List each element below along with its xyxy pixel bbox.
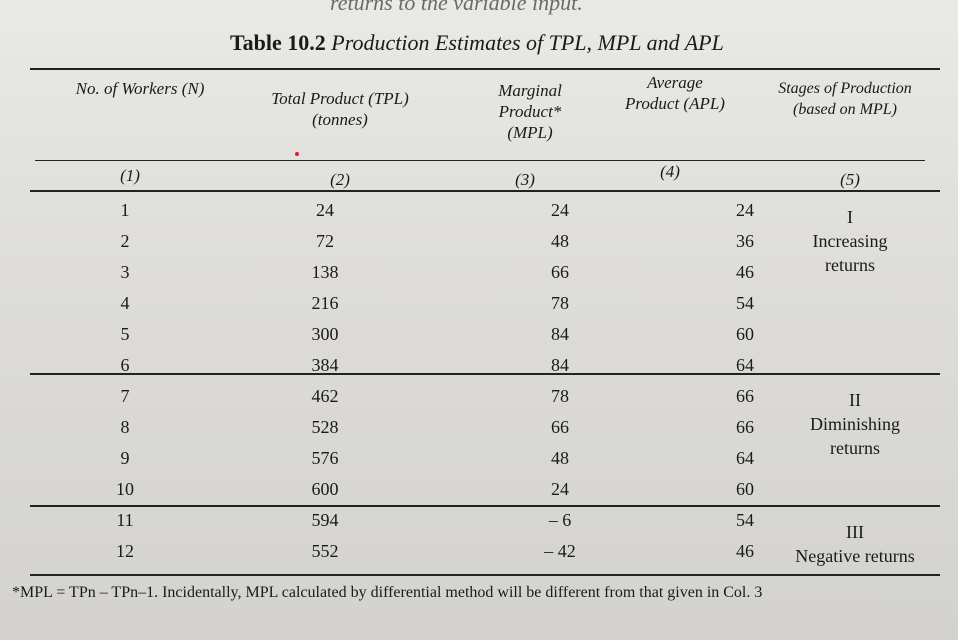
- table-row: 6 384 84 64: [60, 350, 880, 381]
- total-product-cell: 24: [316, 200, 334, 220]
- table-number: Table 10.2: [230, 30, 326, 55]
- col-number-3: (3): [515, 170, 535, 189]
- col-number-4: (4): [660, 162, 680, 181]
- stage-spacer-cell: [830, 319, 880, 350]
- table-caption: Production Estimates of TPL, MPL and APL: [331, 30, 724, 55]
- stage-spacer-cell: [830, 474, 880, 505]
- stage-3: III Negative returns: [780, 520, 930, 568]
- header-average-product: Average Product (APL): [625, 73, 725, 113]
- marginal-product-cell: 48: [551, 231, 569, 251]
- col-number-5: (5): [840, 170, 860, 189]
- stage-3-label: Negative returns: [795, 546, 915, 566]
- stage-1: I Increasing returns: [790, 205, 910, 277]
- table-row: 2 72 48 36: [60, 226, 880, 257]
- total-product-cell: 384: [311, 355, 339, 375]
- book-page: returns to the variable input. Table 10.…: [0, 0, 958, 640]
- total-product-cell: 138: [311, 262, 339, 282]
- marginal-product-cell: 78: [551, 386, 569, 406]
- marginal-product-cell: – 42: [544, 541, 576, 561]
- stage-1-numeral: I: [847, 207, 853, 227]
- total-product-cell: 72: [316, 231, 334, 251]
- table-row: 3 138 66 46: [60, 257, 880, 288]
- table-row: 4 216 78 54: [60, 288, 880, 319]
- total-product-cell: 528: [311, 417, 339, 437]
- header-stages: Stages of Production (based on MPL): [778, 80, 912, 118]
- stage-2-label: Diminishing returns: [809, 414, 900, 458]
- table-row: 9 576 48 64: [60, 443, 880, 474]
- header-total-product: Total Product (TPL) (tonnes): [271, 89, 409, 129]
- workers-cell: 4: [120, 293, 130, 313]
- marginal-product-cell: 84: [551, 355, 569, 375]
- table-row: 1 24 24 24: [60, 195, 880, 226]
- workers-cell: 3: [120, 262, 130, 282]
- table-title: Table 10.2 Production Estimates of TPL, …: [230, 30, 724, 56]
- workers-cell: 11: [116, 510, 134, 530]
- table-row: 5 300 84 60: [60, 319, 880, 350]
- stage-rule-1: [30, 373, 940, 375]
- marginal-product-cell: – 6: [548, 510, 572, 530]
- marginal-product-cell: 84: [551, 324, 569, 344]
- table-row: 10 600 24 60: [60, 474, 880, 505]
- table-row: 8 528 66 66: [60, 412, 880, 443]
- table-row: 11 594– 6 54: [60, 505, 880, 536]
- col-number-2: (2): [330, 170, 350, 189]
- total-product-cell: 552: [311, 541, 339, 561]
- total-product-cell: 594: [311, 510, 339, 530]
- previous-text-fragment: returns to the variable input.: [330, 0, 583, 15]
- total-product-cell: 576: [311, 448, 339, 468]
- top-rule: [30, 68, 940, 70]
- marginal-product-cell: 66: [551, 262, 569, 282]
- header-rule: [35, 160, 925, 161]
- col-number-1: (1): [120, 166, 140, 185]
- stage-2: II Diminishing returns: [790, 388, 920, 460]
- total-product-cell: 216: [311, 293, 339, 313]
- red-mark: [295, 152, 299, 156]
- workers-cell: 6: [120, 355, 130, 375]
- footnote: *MPL = TPn – TPn–1. Incidentally, MPL ca…: [12, 584, 763, 601]
- marginal-product-cell: 78: [551, 293, 569, 313]
- average-product-cell: 64: [736, 355, 754, 375]
- stage-3-numeral: III: [846, 522, 864, 542]
- stage-spacer-cell: [830, 288, 880, 319]
- marginal-product-cell: 24: [551, 479, 569, 499]
- bottom-rule: [30, 574, 940, 576]
- table-row: 7 462 78 66: [60, 381, 880, 412]
- header-workers: No. of Workers (N): [75, 79, 205, 98]
- marginal-product-cell: 66: [551, 417, 569, 437]
- average-product-cell: 60: [736, 479, 754, 499]
- workers-cell: 10: [116, 479, 134, 499]
- stage-rule-2: [30, 505, 940, 507]
- total-product-cell: 462: [311, 386, 339, 406]
- stage-1-label: Increasing returns: [812, 231, 888, 275]
- column-number-rule: [30, 190, 940, 192]
- header-marginal-product: Marginal Product* (MPL): [498, 81, 562, 142]
- workers-cell: 12: [116, 541, 134, 561]
- stage-2-numeral: II: [849, 390, 861, 410]
- marginal-product-cell: 24: [551, 200, 569, 220]
- workers-cell: 9: [120, 448, 130, 468]
- total-product-cell: 300: [311, 324, 339, 344]
- table-row: 12 552– 42 46: [60, 536, 880, 567]
- workers-cell: 1: [120, 200, 130, 220]
- workers-cell: 7: [120, 386, 130, 406]
- marginal-product-cell: 48: [551, 448, 569, 468]
- average-product-cell: 54: [736, 293, 754, 313]
- workers-cell: 2: [120, 231, 130, 251]
- total-product-cell: 600: [311, 479, 339, 499]
- workers-cell: 8: [120, 417, 130, 437]
- stage-spacer-cell: [830, 350, 880, 381]
- workers-cell: 5: [120, 324, 130, 344]
- production-table: 1 24 24 24 2 72 48 36 3 138 66 46 4 216 78 54 5 300 84 60 6 3…: [60, 195, 880, 567]
- average-product-cell: 60: [736, 324, 754, 344]
